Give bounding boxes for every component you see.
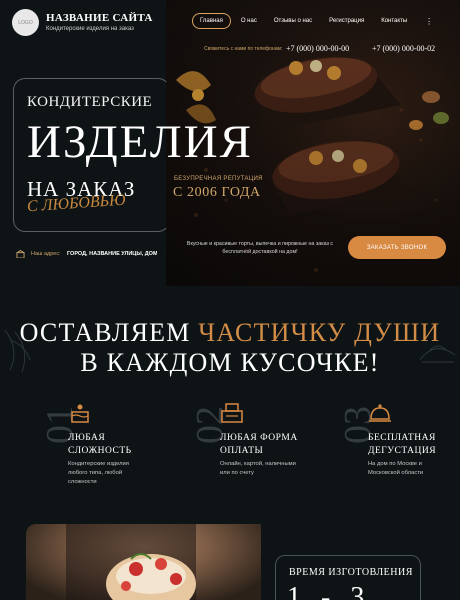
cloche-icon <box>369 404 391 422</box>
hero-description: Вкусные и красивые торты, выпечка и пиро… <box>186 241 334 256</box>
section-title-part: ОСТАВЛЯЕМ <box>19 318 199 347</box>
section-title-line-2: В КАЖДОМ КУСОЧКЕ! <box>80 348 380 377</box>
site-subtitle: Кондитерские изделия на заказ <box>46 26 134 32</box>
more-menu-icon[interactable]: ⋮ <box>425 17 433 26</box>
cash-register-icon <box>221 403 243 423</box>
section-title-highlight: ЧАСТИЧКУ ДУШИ <box>198 318 441 347</box>
reputation-label: БЕЗУПРЕЧНАЯ РЕПУТАЦИЯ <box>174 176 263 182</box>
feature-desc: Онлайн, картой, наличными или по счету <box>220 461 296 476</box>
feature-title-line: БЕСПЛАТНАЯ <box>368 433 436 443</box>
order-call-button[interactable]: ЗАКАЗАТЬ ЗВОНОК <box>348 236 446 259</box>
bottom-photo <box>26 524 261 600</box>
production-time-value: 1-3 <box>287 582 385 600</box>
logo-text: LOGO <box>18 19 33 26</box>
hero-heading-line-1: КОНДИТЕРСКИЕ <box>27 94 153 110</box>
feature-title-line: ОПЛАТЫ <box>220 445 264 456</box>
site-name: НАЗВАНИЕ САЙТА <box>46 12 153 24</box>
phone-label: Свяжитесь с нами по телефонам: <box>204 46 283 52</box>
nav-registration[interactable]: Регистрация <box>322 14 371 28</box>
production-time-title: ВРЕМЯ ИЗГОТОВЛЕНИЯ <box>289 567 413 578</box>
logo[interactable]: LOGO <box>12 9 39 36</box>
feature-title: ЛЮБАЯ СЛОЖНОСТЬ <box>68 432 132 458</box>
nav-about[interactable]: О нас <box>234 14 264 28</box>
cake-icon <box>71 404 89 423</box>
nav-home[interactable]: Главная <box>192 13 231 29</box>
feature-title: ЛЮБАЯ ФОРМА ОПЛАТЫ <box>220 432 298 458</box>
address-text: ГОРОД, НАЗВАНИЕ УЛИЦЫ, ДОМ 00 <box>67 251 157 257</box>
feature-title-line: ДЕГУСТАЦИЯ <box>368 445 437 456</box>
nav-contacts[interactable]: Контакты <box>374 14 414 28</box>
feature-title: БЕСПЛАТНАЯ ДЕГУСТАЦИЯ <box>368 432 436 458</box>
feature-title-line: ЛЮБАЯ <box>68 433 106 443</box>
feature-title-line: СЛОЖНОСТЬ <box>68 445 132 456</box>
address-label: Наш адрес: <box>31 251 61 257</box>
pastry-illustration <box>66 524 196 600</box>
building-icon <box>16 250 25 258</box>
feature-title-line: ЛЮБАЯ ФОРМА <box>220 433 298 443</box>
reputation-year: С 2006 ГОДА <box>173 185 261 200</box>
nav-reviews[interactable]: Отзывы о нас <box>267 14 319 28</box>
section-title-line-1: ОСТАВЛЯЕМ ЧАСТИЧКУ ДУШИ <box>0 318 460 348</box>
feature-desc: На дом по Москве и Московской области <box>368 461 424 476</box>
hero-heading-line-2: ИЗДЕЛИЯ <box>27 116 253 168</box>
feature-desc: Кондитерские изделия любого типа, любой … <box>68 461 129 485</box>
phone-2[interactable]: +7 (000) 000-00-02 <box>372 44 435 53</box>
phone-1[interactable]: +7 (000) 000-00-00 <box>286 44 349 53</box>
main-nav: Главная О нас Отзывы о нас Регистрация К… <box>192 13 433 29</box>
